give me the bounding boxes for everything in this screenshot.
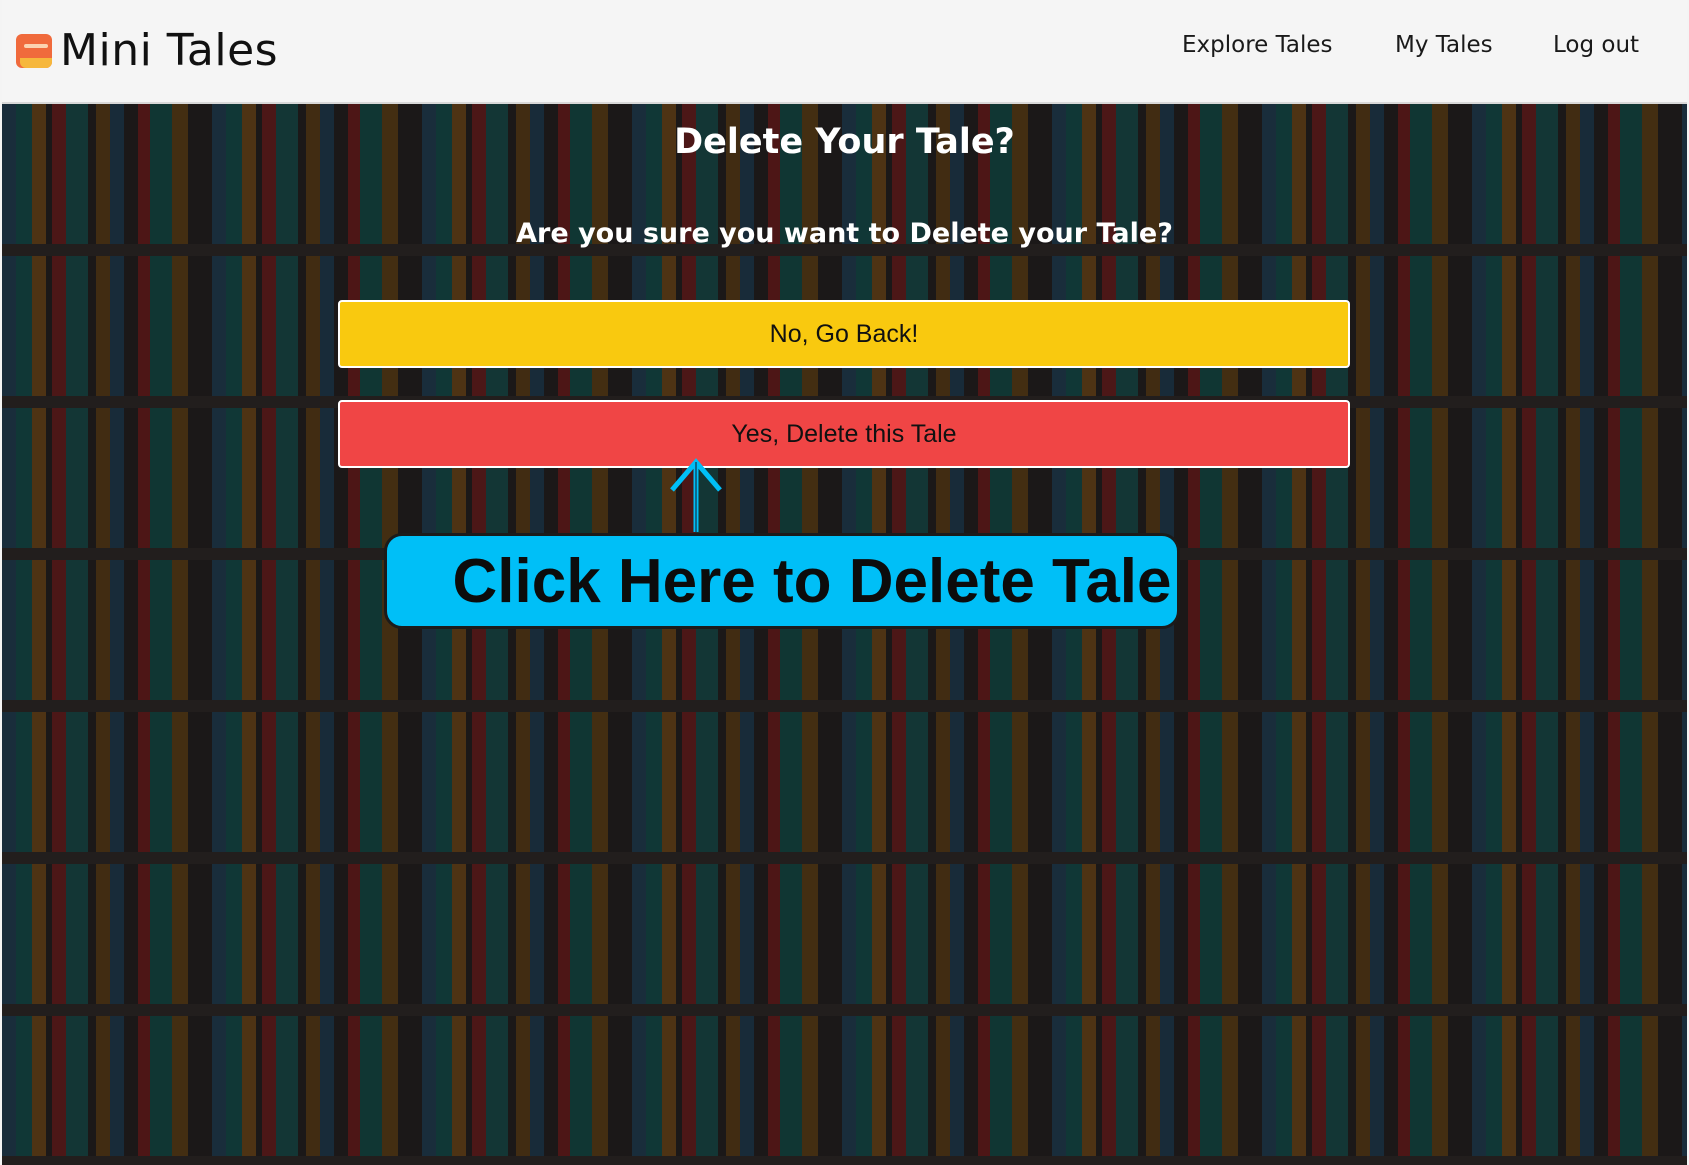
- go-back-button[interactable]: No, Go Back!: [338, 300, 1350, 368]
- confirm-question: Are you sure you want to Delete your Tal…: [516, 218, 1173, 249]
- page-title: Delete Your Tale?: [674, 122, 1015, 162]
- brand-name: Mini Tales: [60, 24, 279, 76]
- page: Mini Tales Explore Tales My Tales Log ou…: [0, 0, 1689, 1165]
- navbar: Mini Tales Explore Tales My Tales Log ou…: [2, 0, 1687, 104]
- nav-log-out[interactable]: Log out: [1553, 32, 1639, 58]
- nav-my-tales[interactable]: My Tales: [1395, 32, 1493, 58]
- delete-hint-callout: Click Here to Delete Tale: [384, 533, 1180, 629]
- delete-tale-button[interactable]: Yes, Delete this Tale: [338, 400, 1350, 468]
- brand-link[interactable]: Mini Tales: [16, 20, 278, 80]
- background-overlay: [2, 104, 1687, 1165]
- nav-explore-tales[interactable]: Explore Tales: [1182, 32, 1332, 58]
- callout-text: Click Here to Delete Tale: [452, 546, 1172, 616]
- book-icon: [16, 30, 54, 70]
- arrow-up-icon: [670, 458, 722, 532]
